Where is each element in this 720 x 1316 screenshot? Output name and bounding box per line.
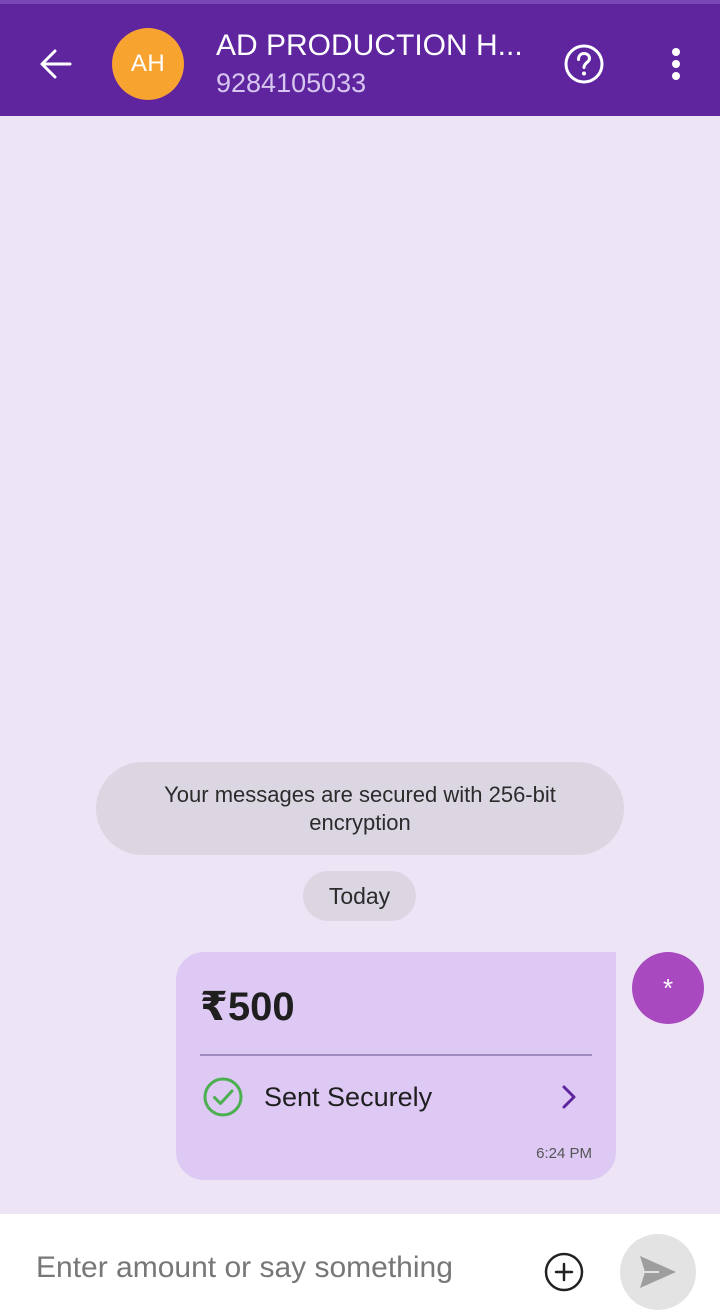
chat-header: AH AD PRODUCTION H... 9284105033 (0, 0, 720, 116)
question-circle-icon (564, 44, 604, 84)
back-button[interactable] (32, 40, 80, 88)
card-divider (200, 1054, 592, 1056)
contact-phone: 9284105033 (216, 68, 367, 98)
sender-avatar: * (632, 952, 704, 1024)
contact-name[interactable]: AD PRODUCTION H... (216, 28, 536, 64)
add-circle-icon[interactable] (542, 1250, 586, 1294)
send-icon (640, 1256, 676, 1288)
payment-amount: ₹500 (200, 985, 295, 1029)
message-input[interactable] (36, 1244, 516, 1292)
message-timestamp: 6:24 PM (536, 1145, 592, 1162)
more-vertical-icon (672, 48, 680, 80)
payment-message-card[interactable]: ₹500 Sent Securely 6:24 PM (176, 952, 616, 1180)
composer-bar (0, 1214, 720, 1316)
arrow-left-icon (40, 49, 72, 79)
contact-avatar[interactable]: AH (112, 28, 184, 100)
more-options-button[interactable] (652, 40, 700, 88)
payment-status: Sent Securely (264, 1082, 433, 1112)
chevron-right-icon[interactable] (554, 1082, 584, 1112)
encryption-notice: Your messages are secured with 256-bit e… (96, 762, 624, 855)
check-circle-icon (203, 1077, 243, 1117)
send-button[interactable] (620, 1234, 696, 1310)
date-label: Today (303, 871, 416, 921)
help-button[interactable] (560, 40, 608, 88)
